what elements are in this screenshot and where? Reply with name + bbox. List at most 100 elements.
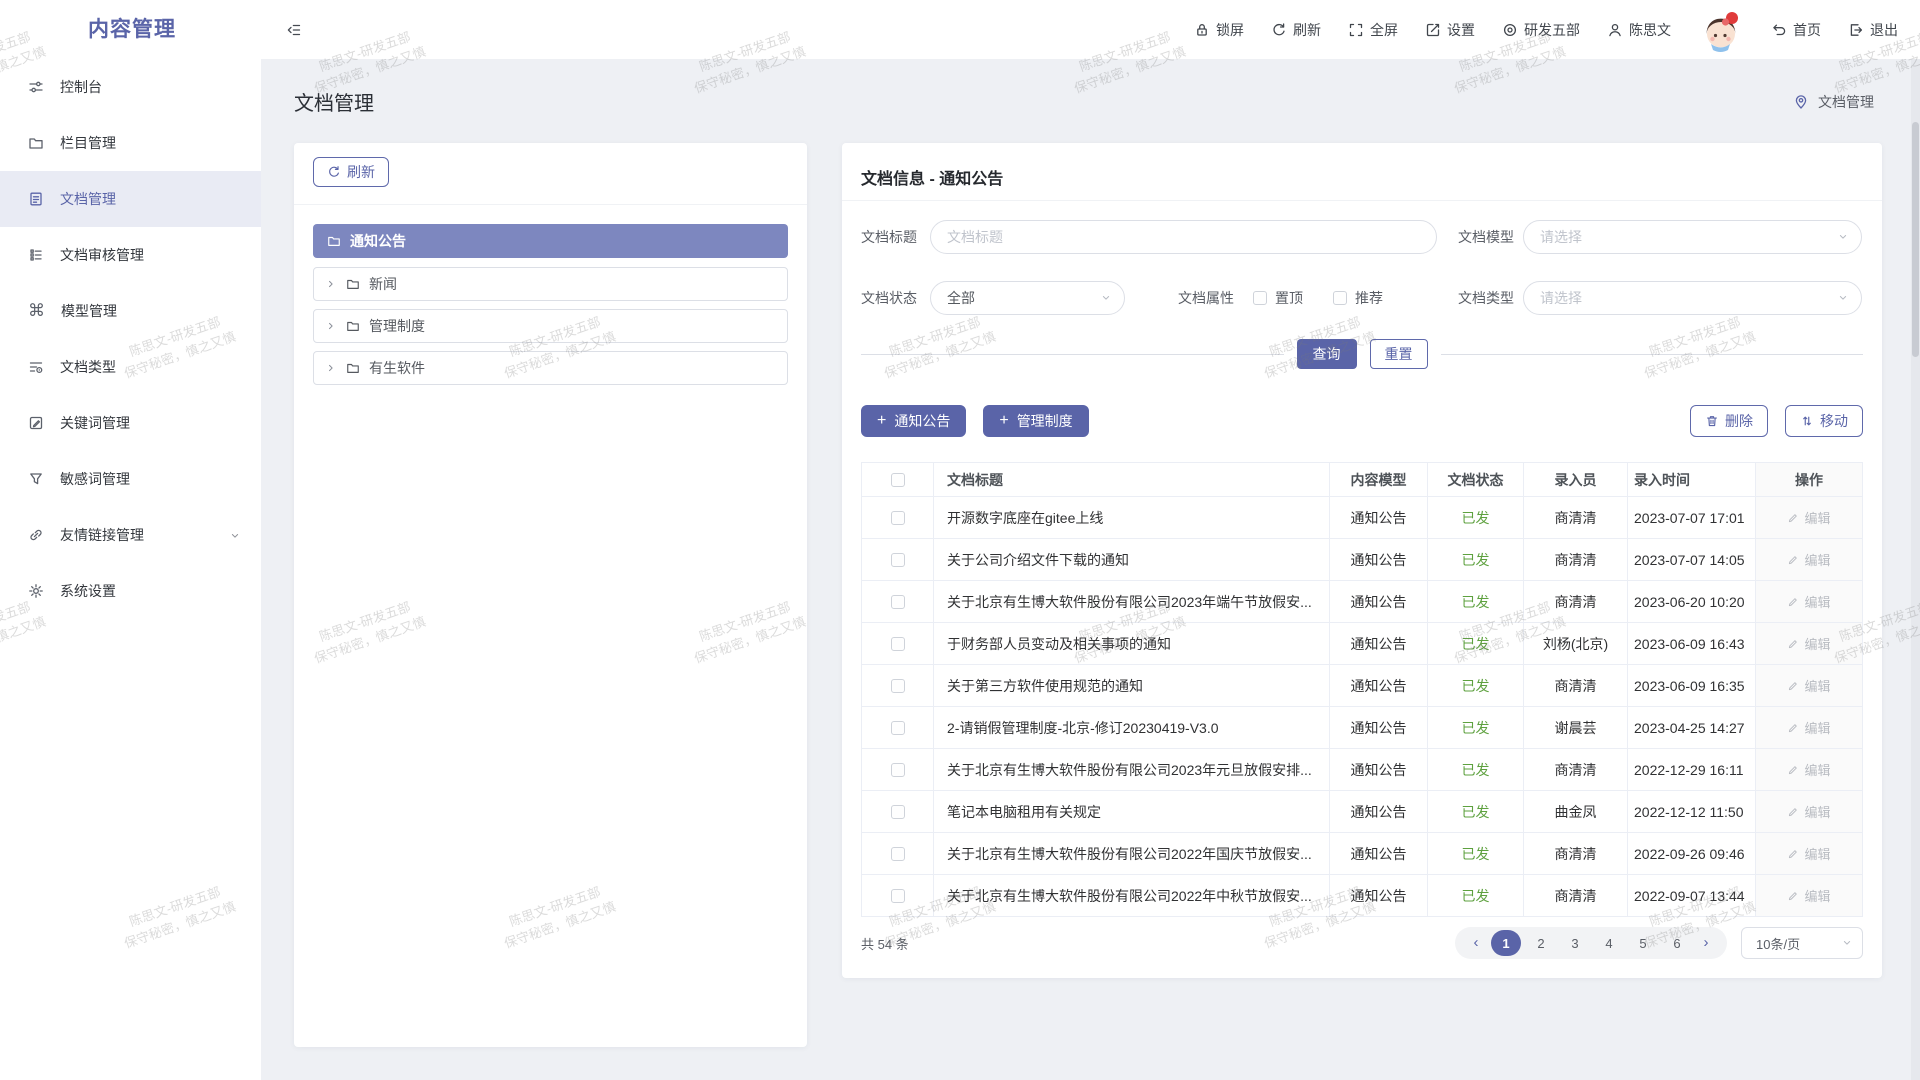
page-1-button[interactable]: 1 [1491,930,1521,956]
tree-item-news[interactable]: 新闻 [313,267,788,301]
row-select-cell [862,791,934,832]
pencil-icon [1787,512,1799,524]
doc-title: 开源数字底座在gitee上线 [947,508,1103,528]
tree-refresh-button[interactable]: 刷新 [313,157,389,187]
edit-button[interactable]: 编辑 [1787,886,1830,905]
table-row: 关于北京有生博大软件股份有限公司2022年中秋节放假安... 通知公告 已发 商… [862,875,1862,916]
edit-button[interactable]: 编辑 [1787,760,1830,779]
edit-button[interactable]: 编辑 [1787,676,1830,695]
sidebar-item-doc-types[interactable]: 文档类型 [0,339,261,395]
edit-button[interactable]: 编辑 [1787,844,1830,863]
row-checkbox[interactable] [891,637,905,651]
edit-button[interactable]: 编辑 [1787,550,1830,569]
document-icon [28,191,44,207]
edit-button[interactable]: 编辑 [1787,592,1830,611]
current-user[interactable]: 陈思文 [1607,20,1671,40]
refresh-button[interactable]: 刷新 [1271,20,1321,40]
pencil-icon [1787,806,1799,818]
row-checkbox[interactable] [891,721,905,735]
top-header: 内容管理 锁屏 刷新 全屏 设置 研发五部 陈思文 [0,0,1920,59]
department-badge[interactable]: 研发五部 [1502,20,1580,40]
sidebar-item-documents[interactable]: 文档管理 [0,171,261,227]
page-5-button[interactable]: 5 [1629,931,1657,955]
edit-doc-icon [28,415,44,431]
sidebar-item-console[interactable]: 控制台 [0,59,261,115]
home-button[interactable]: 首页 [1771,20,1821,40]
attr-recommend-checkbox[interactable]: 推荐 [1333,281,1383,315]
doc-time-cell: 2023-07-07 14:05 [1628,539,1756,580]
sidebar-item-columns[interactable]: 栏目管理 [0,115,261,171]
sidebar-item-keywords[interactable]: 关键词管理 [0,395,261,451]
folder-icon [28,135,44,151]
next-page-button[interactable]: › [1697,927,1715,959]
tree-item-rules[interactable]: 管理制度 [313,309,788,343]
doc-title-cell: 关于北京有生博大软件股份有限公司2023年元旦放假安排... [934,749,1330,790]
page-4-button[interactable]: 4 [1595,931,1623,955]
edit-square-icon [1425,22,1441,38]
link-icon [28,527,44,543]
doc-model-cell: 通知公告 [1330,581,1428,622]
edit-button[interactable]: 编辑 [1787,508,1830,527]
status-badge: 已发 [1462,592,1490,612]
edit-button[interactable]: 编辑 [1787,718,1830,737]
scrollbar-thumb[interactable] [1912,122,1919,357]
select-all-checkbox[interactable] [891,473,905,487]
row-checkbox[interactable] [891,847,905,861]
row-checkbox[interactable] [891,679,905,693]
logout-button[interactable]: 退出 [1848,20,1898,40]
doc-actions-cell: 编辑 [1756,707,1862,748]
col-model: 内容模型 [1330,463,1428,496]
header-actions: 锁屏 刷新 全屏 设置 研发五部 陈思文 [1194,0,1898,59]
edit-button[interactable]: 编辑 [1787,634,1830,653]
row-checkbox[interactable] [891,889,905,903]
sidebar-item-friend-links[interactable]: 友情链接管理 [0,507,261,563]
delete-button[interactable]: 删除 [1690,405,1768,437]
sidebar-item-system-settings[interactable]: 系统设置 [0,563,261,619]
attr-top-checkbox[interactable]: 置顶 [1253,281,1303,315]
plus-icon: + [999,413,1008,429]
search-button[interactable]: 查询 [1297,339,1357,369]
sidebar-item-doc-review[interactable]: 文档审核管理 [0,227,261,283]
settings-button[interactable]: 设置 [1425,20,1475,40]
tree-item-software[interactable]: 有生软件 [313,351,788,385]
doc-title-input[interactable] [930,220,1437,254]
sidebar-item-sensitive-words[interactable]: 敏感词管理 [0,451,261,507]
doc-model-select[interactable]: 请选择 [1523,220,1862,254]
main-content: 文档管理 文档管理 刷新 通知公告 新闻 管理制度 [261,59,1920,1080]
funnel-icon [28,471,44,487]
doc-operator-cell: 商清清 [1524,497,1628,538]
fullscreen-button[interactable]: 全屏 [1348,20,1398,40]
add-notice-button[interactable]: + 通知公告 [861,405,966,437]
status-badge: 已发 [1462,844,1490,864]
row-checkbox[interactable] [891,553,905,567]
page-6-button[interactable]: 6 [1663,931,1691,955]
lock-screen-button[interactable]: 锁屏 [1194,20,1244,40]
reset-button[interactable]: 重置 [1370,339,1428,369]
move-button[interactable]: 移动 [1785,405,1863,437]
row-checkbox[interactable] [891,805,905,819]
doc-status-select[interactable]: 全部 [930,281,1125,315]
prev-page-button[interactable]: ‹ [1467,927,1485,959]
fullscreen-icon [1348,22,1364,38]
tree-item-notices-selected[interactable]: 通知公告 [313,224,788,258]
avatar[interactable] [1698,7,1744,53]
doc-operator-cell: 商清清 [1524,833,1628,874]
trash-icon [1705,414,1719,428]
page-size-select[interactable]: 10条/页 [1741,927,1863,959]
page-2-button[interactable]: 2 [1527,931,1555,955]
edit-button[interactable]: 编辑 [1787,802,1830,821]
page-3-button[interactable]: 3 [1561,931,1589,955]
page-scrollbar[interactable] [1911,59,1920,1080]
col-operator: 录入员 [1524,463,1628,496]
row-checkbox[interactable] [891,511,905,525]
back-home-icon [1771,22,1787,38]
row-checkbox[interactable] [891,763,905,777]
sidebar-collapse-button[interactable] [286,21,302,39]
doc-type-select[interactable]: 请选择 [1523,281,1862,315]
row-checkbox[interactable] [891,595,905,609]
status-badge: 已发 [1462,634,1490,654]
add-rule-button[interactable]: + 管理制度 [983,405,1088,437]
lock-icon [1194,22,1210,38]
table-row: 关于北京有生博大软件股份有限公司2023年元旦放假安排... 通知公告 已发 商… [862,749,1862,791]
sidebar-item-models[interactable]: ⌘ 模型管理 [0,283,261,339]
